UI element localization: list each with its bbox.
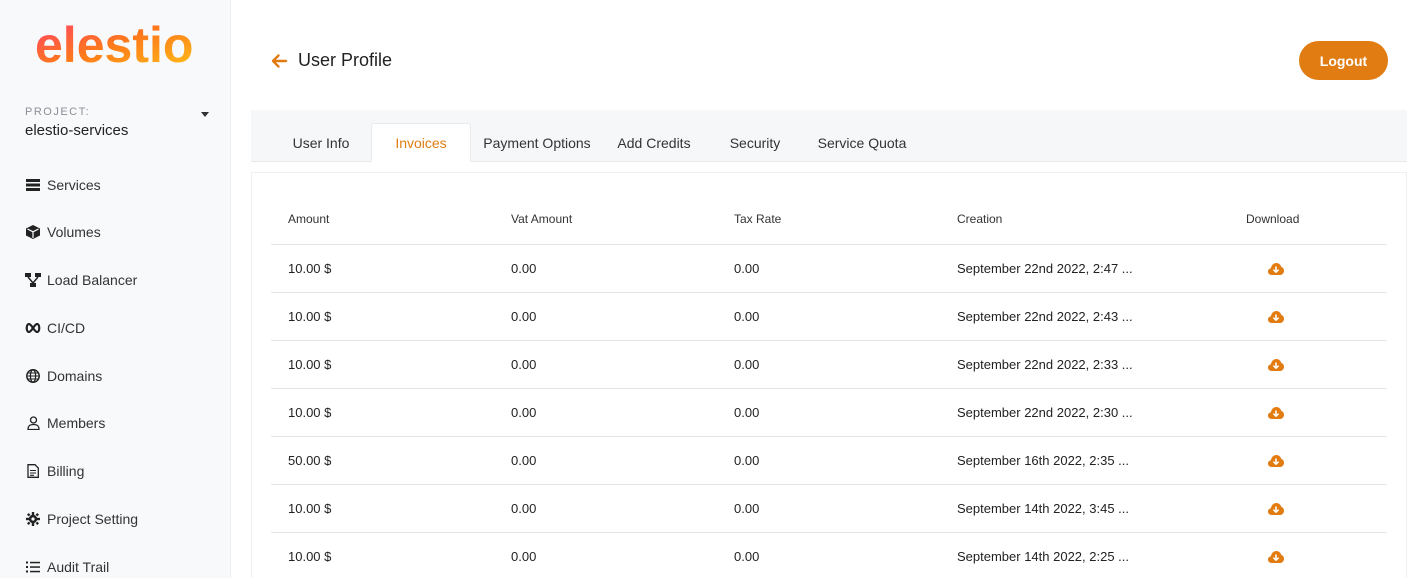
cell-amount: 10.00 $ — [288, 405, 332, 420]
column-header-download: Download — [1246, 212, 1300, 226]
cloud-download-icon[interactable] — [1268, 310, 1284, 324]
sidebar-item-domains[interactable]: Domains — [25, 364, 102, 388]
sidebar-item-load-balancer[interactable]: Load Balancer — [25, 268, 137, 292]
tab-service-quota[interactable]: Service Quota — [811, 123, 913, 162]
cell-tax-rate: 0.00 — [734, 309, 760, 324]
sidebar-item-label: Domains — [47, 368, 103, 384]
sidebar-item-services[interactable]: Services — [25, 173, 101, 197]
table-row: 10.00 $ 0.00 0.00 September 22nd 2022, 2… — [271, 245, 1387, 293]
infinity-icon — [25, 320, 41, 336]
cell-creation: September 16th 2022, 2:35 ... — [957, 453, 1130, 468]
cell-amount: 10.00 $ — [288, 309, 332, 324]
chevron-down-icon[interactable] — [201, 112, 209, 117]
cell-creation: September 22nd 2022, 2:43 ... — [957, 309, 1133, 324]
cell-vat-amount: 0.00 — [511, 357, 537, 372]
cloud-download-icon[interactable] — [1268, 502, 1284, 516]
tab-payment-options[interactable]: Payment Options — [477, 123, 597, 162]
sidebar-item-billing[interactable]: Billing — [25, 459, 84, 483]
table-row: 10.00 $ 0.00 0.00 September 14th 2022, 3… — [271, 485, 1387, 533]
server-icon — [25, 177, 41, 193]
cell-tax-rate: 0.00 — [734, 261, 760, 276]
tab-add-credits[interactable]: Add Credits — [609, 123, 699, 162]
table-row: 10.00 $ 0.00 0.00 September 22nd 2022, 2… — [271, 293, 1387, 341]
tab-invoices[interactable]: Invoices — [371, 123, 471, 162]
sidebar-item-label: Billing — [47, 463, 85, 479]
sidebar-item-cicd[interactable]: CI/CD — [25, 316, 85, 340]
cell-tax-rate: 0.00 — [734, 549, 760, 564]
tab-user-info[interactable]: User Info — [271, 123, 371, 162]
gear-icon — [25, 511, 41, 527]
column-header-tax-rate: Tax Rate — [734, 212, 782, 226]
cloud-download-icon[interactable] — [1268, 454, 1284, 468]
cell-creation: September 14th 2022, 2:25 ... — [957, 549, 1130, 564]
sidebar-item-label: CI/CD — [47, 320, 86, 336]
cell-creation: September 14th 2022, 3:45 ... — [957, 501, 1130, 516]
cell-vat-amount: 0.00 — [511, 309, 537, 324]
cube-icon — [25, 224, 41, 240]
elestio-logo: elestio — [35, 18, 193, 73]
cloud-download-icon[interactable] — [1268, 406, 1284, 420]
cell-vat-amount: 0.00 — [511, 501, 537, 516]
cell-amount: 10.00 $ — [288, 261, 332, 276]
cell-amount: 10.00 $ — [288, 549, 332, 564]
cell-tax-rate: 0.00 — [734, 357, 760, 372]
table-row: 10.00 $ 0.00 0.00 September 22nd 2022, 2… — [271, 341, 1387, 389]
sidebar-item-label: Services — [47, 177, 101, 193]
project-selector[interactable]: elestio-services — [25, 122, 128, 139]
project-label: PROJECT: — [25, 106, 91, 118]
sidebar-item-project-setting[interactable]: Project Setting — [25, 507, 138, 531]
logout-button[interactable]: Logout — [1299, 41, 1388, 80]
cell-vat-amount: 0.00 — [511, 453, 537, 468]
column-header-creation: Creation — [957, 212, 1003, 226]
tab-security[interactable]: Security — [721, 123, 789, 162]
cloud-download-icon[interactable] — [1268, 358, 1284, 372]
back-arrow-icon[interactable] — [269, 51, 289, 71]
cell-creation: September 22nd 2022, 2:30 ... — [957, 405, 1133, 420]
sidebar-item-audit-trail[interactable]: Audit Trail — [25, 555, 109, 578]
cloud-download-icon[interactable] — [1268, 550, 1284, 564]
cloud-download-icon[interactable] — [1268, 262, 1284, 276]
cell-amount: 10.00 $ — [288, 501, 332, 516]
cell-tax-rate: 0.00 — [734, 501, 760, 516]
column-header-vat-amount: Vat Amount — [511, 212, 573, 226]
sidebar-item-label: Volumes — [47, 224, 101, 240]
cell-creation: September 22nd 2022, 2:47 ... — [957, 261, 1133, 276]
user-icon — [25, 415, 41, 431]
cell-tax-rate: 0.00 — [734, 453, 760, 468]
table-row: 50.00 $ 0.00 0.00 September 16th 2022, 2… — [271, 437, 1387, 485]
cell-creation: September 22nd 2022, 2:33 ... — [957, 357, 1133, 372]
table-row: 10.00 $ 0.00 0.00 September 14th 2022, 2… — [271, 533, 1387, 578]
cell-tax-rate: 0.00 — [734, 405, 760, 420]
globe-icon — [25, 368, 41, 384]
column-header-amount: Amount — [288, 212, 330, 226]
cell-vat-amount: 0.00 — [511, 549, 537, 564]
sidebar-item-label: Members — [47, 415, 106, 431]
cell-amount: 10.00 $ — [288, 357, 332, 372]
sidebar-item-members[interactable]: Members — [25, 411, 105, 435]
sidebar-item-label: Audit Trail — [47, 559, 110, 575]
cell-vat-amount: 0.00 — [511, 405, 537, 420]
sidebar-item-label: Load Balancer — [47, 272, 138, 288]
cell-amount: 50.00 $ — [288, 453, 332, 468]
sidebar-item-label: Project Setting — [47, 511, 139, 527]
page-title: User Profile — [298, 50, 393, 70]
sidebar: elestio PROJECT: elestio-services Servic… — [0, 0, 231, 578]
network-icon — [25, 272, 41, 288]
logo-text: elestio — [35, 18, 193, 73]
table-row: 10.00 $ 0.00 0.00 September 22nd 2022, 2… — [271, 389, 1387, 437]
tab-bar: User Info Invoices Payment Options Add C… — [251, 110, 1407, 162]
list-icon — [25, 559, 41, 575]
file-icon — [25, 463, 41, 479]
sidebar-item-volumes[interactable]: Volumes — [25, 220, 101, 244]
cell-vat-amount: 0.00 — [511, 261, 537, 276]
